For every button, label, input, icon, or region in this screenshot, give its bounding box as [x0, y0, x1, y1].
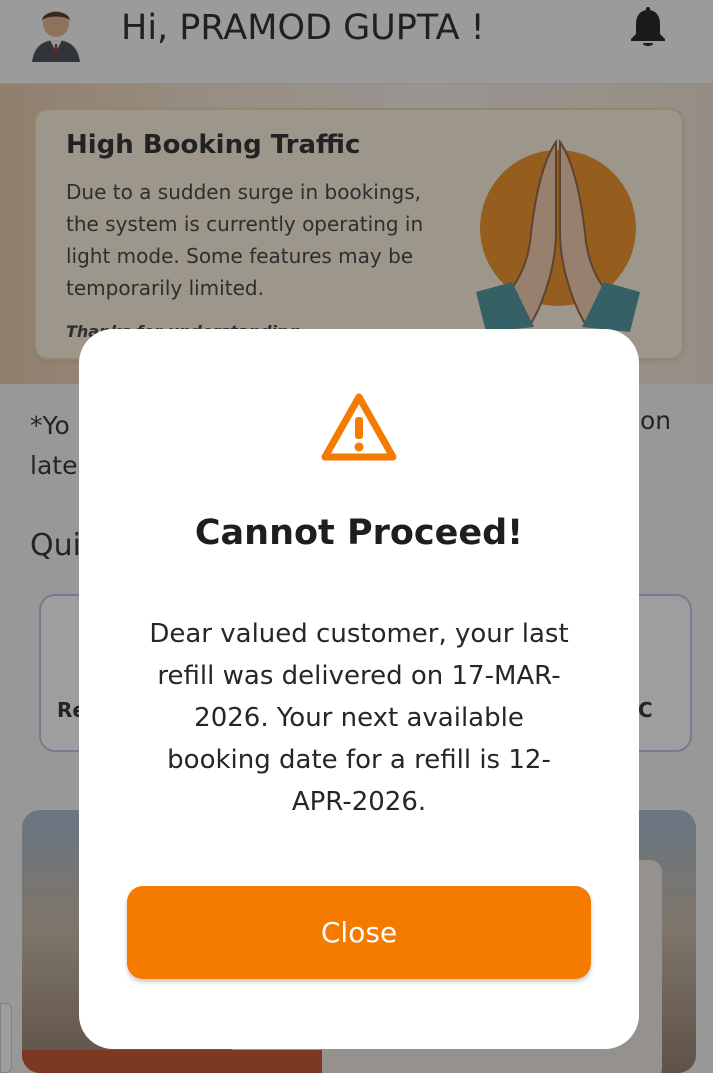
cannot-proceed-dialog: Cannot Proceed! Dear valued customer, yo… [79, 329, 639, 1049]
warning-triangle-icon [321, 393, 397, 461]
close-button[interactable]: Close [127, 886, 591, 979]
dialog-title: Cannot Proceed! [194, 513, 524, 553]
dialog-message: Dear valued customer, your last refill w… [149, 619, 569, 817]
